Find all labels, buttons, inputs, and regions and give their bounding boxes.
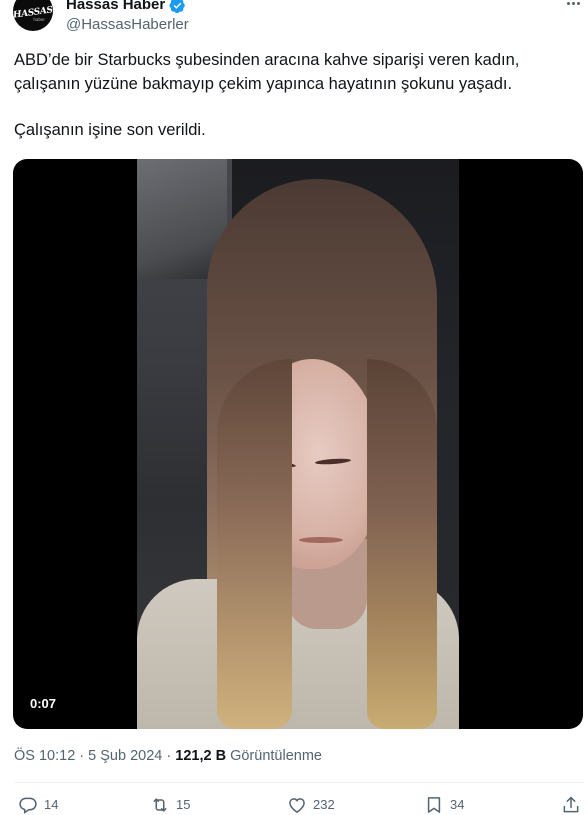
tweet-text: ABD’de bir Starbucks şubesinden aracına …: [14, 48, 579, 142]
tweet: HASSAS haber Hassas Haber @HassasHaberle…: [0, 0, 588, 815]
bookmark-icon: [427, 797, 441, 813]
video-frame: [137, 159, 459, 729]
video-subject-hair-right: [367, 359, 437, 729]
tweet-text-line-1: ABD’de bir Starbucks şubesinden aracına …: [14, 51, 520, 69]
bookmark-button[interactable]: 34: [424, 795, 464, 815]
bookmark-count: 34: [450, 797, 465, 812]
share-button[interactable]: [561, 795, 581, 815]
views-count: 121,2 B: [175, 748, 227, 764]
like-count: 232: [313, 797, 335, 812]
author-display-name[interactable]: Hassas Haber: [66, 0, 186, 14]
author-handle[interactable]: @HassasHaberler: [66, 16, 189, 34]
avatar-logo-subtext: haber: [33, 17, 45, 22]
verified-badge-icon: [169, 0, 185, 13]
share-icon: [563, 796, 579, 813]
divider: [14, 782, 584, 783]
heart-icon: [289, 798, 305, 813]
like-button[interactable]: 232: [287, 795, 335, 815]
retweet-icon: [153, 798, 167, 812]
tweet-time[interactable]: ÖS 10:12: [14, 748, 75, 764]
meta-separator: ·: [79, 748, 85, 764]
reply-button[interactable]: 14: [18, 795, 58, 815]
meta-separator: ·: [166, 748, 172, 764]
retweet-count: 15: [176, 797, 191, 812]
reply-count: 14: [44, 797, 59, 812]
author-name-text: Hassas Haber: [66, 0, 166, 13]
tweet-date[interactable]: 5 Şub 2024: [88, 748, 162, 764]
tweet-text-line-2: çalışanın yüzüne bakmayıp çekim yapınca …: [14, 75, 513, 93]
video-subject-hair-left: [217, 359, 292, 729]
video-subject-mouth: [299, 537, 343, 543]
tweet-meta: ÖS 10:12 · 5 Şub 2024 · 121,2 B Görüntül…: [14, 747, 322, 765]
views-label: Görüntülenme: [230, 748, 322, 764]
more-icon[interactable]: [562, 0, 584, 12]
video-player[interactable]: 0:07: [13, 159, 583, 729]
reply-icon: [19, 797, 37, 814]
video-duration-badge: 0:07: [25, 694, 62, 714]
avatar[interactable]: HASSAS haber: [13, 0, 53, 31]
tweet-text-paragraph-2: Çalışanın işine son verildi.: [14, 121, 206, 139]
retweet-button[interactable]: 15: [150, 795, 190, 815]
